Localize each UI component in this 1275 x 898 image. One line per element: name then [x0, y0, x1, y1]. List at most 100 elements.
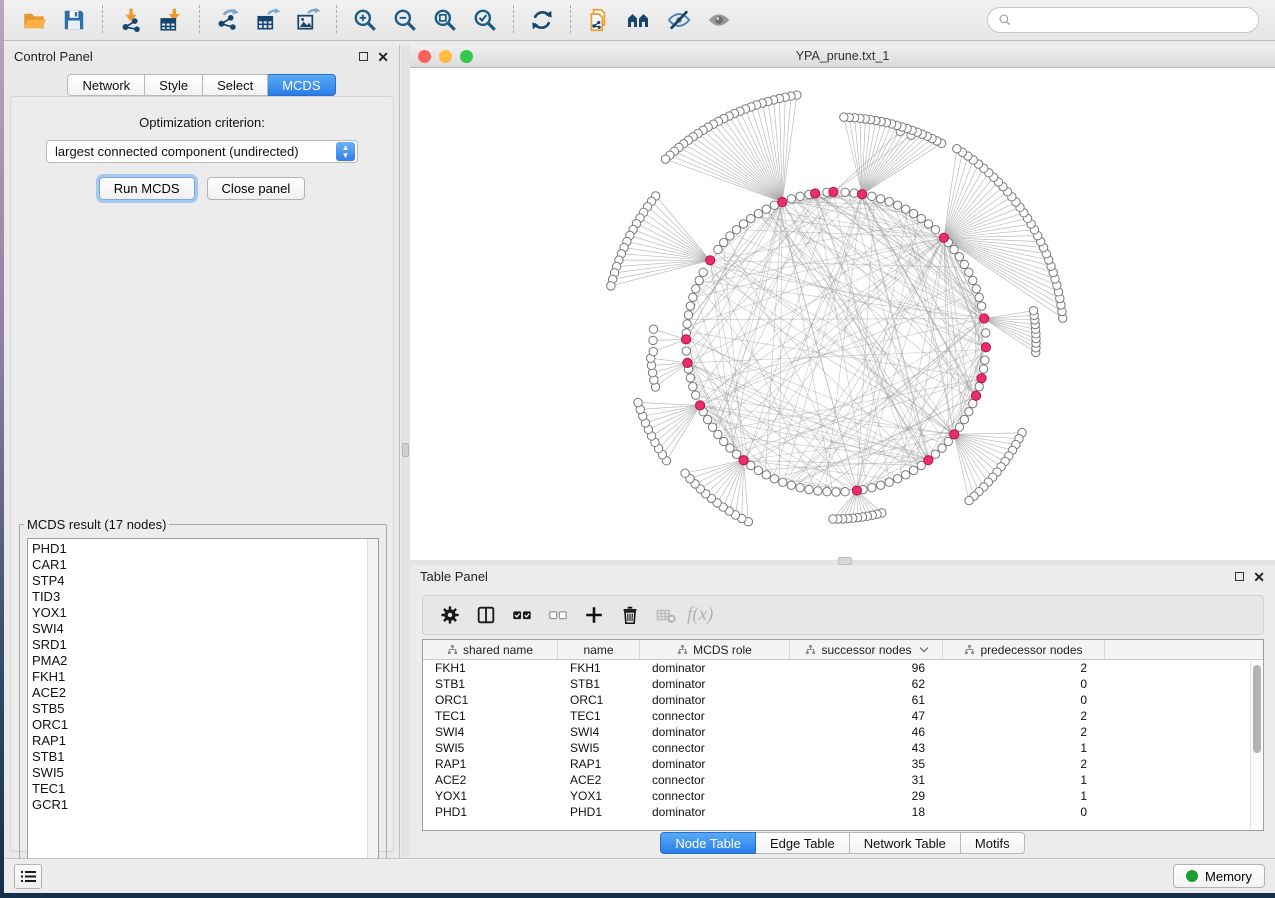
network-node[interactable]: [754, 466, 762, 474]
import-network-button[interactable]: [111, 3, 151, 37]
network-node[interactable]: [979, 365, 987, 373]
vertical-splitter[interactable]: [401, 45, 410, 858]
network-node[interactable]: [829, 515, 837, 523]
zoom-out-button[interactable]: [385, 3, 425, 37]
network-node[interactable]: [823, 488, 831, 496]
zoom-selected-button[interactable]: [465, 3, 505, 37]
mcds-result-item[interactable]: YOX1: [32, 605, 378, 621]
mcds-node[interactable]: [852, 486, 861, 495]
column-header-predecessor_nodes[interactable]: predecessor nodes: [943, 640, 1105, 659]
network-node[interactable]: [950, 245, 958, 253]
tab-mcds[interactable]: MCDS: [268, 74, 335, 96]
network-node[interactable]: [708, 423, 716, 431]
tab-edge-table[interactable]: Edge Table: [756, 832, 850, 854]
select-all-button[interactable]: [505, 599, 539, 631]
network-node[interactable]: [969, 276, 977, 284]
mcds-node[interactable]: [695, 401, 704, 410]
network-node[interactable]: [689, 382, 697, 390]
mcds-result-item[interactable]: FKH1: [32, 669, 378, 685]
network-node[interactable]: [902, 471, 910, 479]
network-node[interactable]: [754, 209, 762, 217]
network-node[interactable]: [726, 232, 734, 240]
mcds-node[interactable]: [811, 189, 820, 198]
mcds-node[interactable]: [683, 358, 692, 367]
zoom-in-button[interactable]: [345, 3, 385, 37]
table-settings-button[interactable]: [433, 599, 467, 631]
mcds-result-item[interactable]: PHD1: [32, 541, 378, 557]
splitter-handle[interactable]: [838, 557, 852, 565]
network-node[interactable]: [876, 481, 884, 489]
network-node[interactable]: [955, 253, 963, 261]
network-node[interactable]: [805, 485, 813, 493]
network-node[interactable]: [909, 466, 917, 474]
network-node[interactable]: [747, 214, 755, 222]
search-field[interactable]: [987, 7, 1259, 33]
network-node[interactable]: [686, 374, 694, 382]
network-node[interactable]: [1029, 307, 1037, 315]
mcds-node[interactable]: [829, 187, 838, 196]
network-node[interactable]: [683, 320, 691, 328]
network-node[interactable]: [770, 475, 778, 483]
column-header-mcds_role[interactable]: MCDS role: [640, 640, 790, 659]
network-graph-canvas[interactable]: [410, 68, 1275, 560]
column-header-name[interactable]: name: [558, 640, 640, 659]
column-header-shared_name[interactable]: shared name: [423, 640, 558, 659]
mcds-node[interactable]: [950, 430, 959, 439]
mcds-result-item[interactable]: TID3: [32, 589, 378, 605]
mcds-node[interactable]: [980, 314, 989, 323]
mcds-node[interactable]: [778, 197, 787, 206]
network-node[interactable]: [975, 382, 983, 390]
mcds-node[interactable]: [981, 343, 990, 352]
mcds-node[interactable]: [857, 190, 866, 199]
network-node[interactable]: [814, 487, 822, 495]
add-column-button[interactable]: [577, 599, 611, 631]
mcds-result-item[interactable]: SWI4: [32, 621, 378, 637]
network-node[interactable]: [634, 398, 642, 406]
network-node[interactable]: [960, 415, 968, 423]
network-node[interactable]: [965, 496, 973, 504]
table-row[interactable]: RAP1RAP1dominator352: [423, 756, 1263, 772]
table-scrollbar[interactable]: [1250, 661, 1263, 830]
network-node[interactable]: [686, 302, 694, 310]
tab-network-table[interactable]: Network Table: [850, 832, 961, 854]
network-node[interactable]: [661, 155, 669, 163]
mcds-node[interactable]: [706, 256, 715, 265]
scrollbar-thumb[interactable]: [1253, 665, 1261, 753]
close-panel-icon[interactable]: ✕: [377, 52, 389, 62]
network-node[interactable]: [850, 189, 858, 197]
mcds-result-item[interactable]: SWI5: [32, 765, 378, 781]
network-node[interactable]: [787, 195, 795, 203]
mcds-result-item[interactable]: GCR1: [32, 797, 378, 813]
network-window-titlebar[interactable]: YPA_prune.txt_1: [410, 45, 1275, 68]
tab-style[interactable]: Style: [145, 74, 203, 96]
network-node[interactable]: [796, 192, 804, 200]
tab-select[interactable]: Select: [203, 74, 268, 96]
save-session-button[interactable]: [54, 3, 94, 37]
zoom-fit-button[interactable]: [425, 3, 465, 37]
network-node[interactable]: [965, 268, 973, 276]
network-node[interactable]: [607, 282, 615, 290]
network-node[interactable]: [720, 437, 728, 445]
table-row[interactable]: ORC1ORC1dominator610: [423, 692, 1263, 708]
network-node[interactable]: [692, 391, 700, 399]
network-node[interactable]: [692, 285, 700, 293]
network-node[interactable]: [649, 325, 657, 333]
mcds-node[interactable]: [977, 374, 986, 383]
mcds-node[interactable]: [681, 335, 690, 344]
mcds-result-item[interactable]: STB1: [32, 749, 378, 765]
network-node[interactable]: [982, 329, 990, 337]
network-node[interactable]: [938, 444, 946, 452]
network-node[interactable]: [762, 205, 770, 213]
float-panel-icon[interactable]: [1235, 572, 1244, 581]
first-neighbors-button[interactable]: [619, 3, 659, 37]
mcds-result-item[interactable]: ACE2: [32, 685, 378, 701]
network-node[interactable]: [779, 478, 787, 486]
export-network-button[interactable]: [208, 3, 248, 37]
network-node[interactable]: [714, 430, 722, 438]
network-node[interactable]: [695, 276, 703, 284]
network-node[interactable]: [893, 475, 901, 483]
tab-network[interactable]: Network: [67, 74, 145, 96]
show-all-button[interactable]: [699, 3, 739, 37]
network-node[interactable]: [787, 481, 795, 489]
network-node[interactable]: [762, 471, 770, 479]
